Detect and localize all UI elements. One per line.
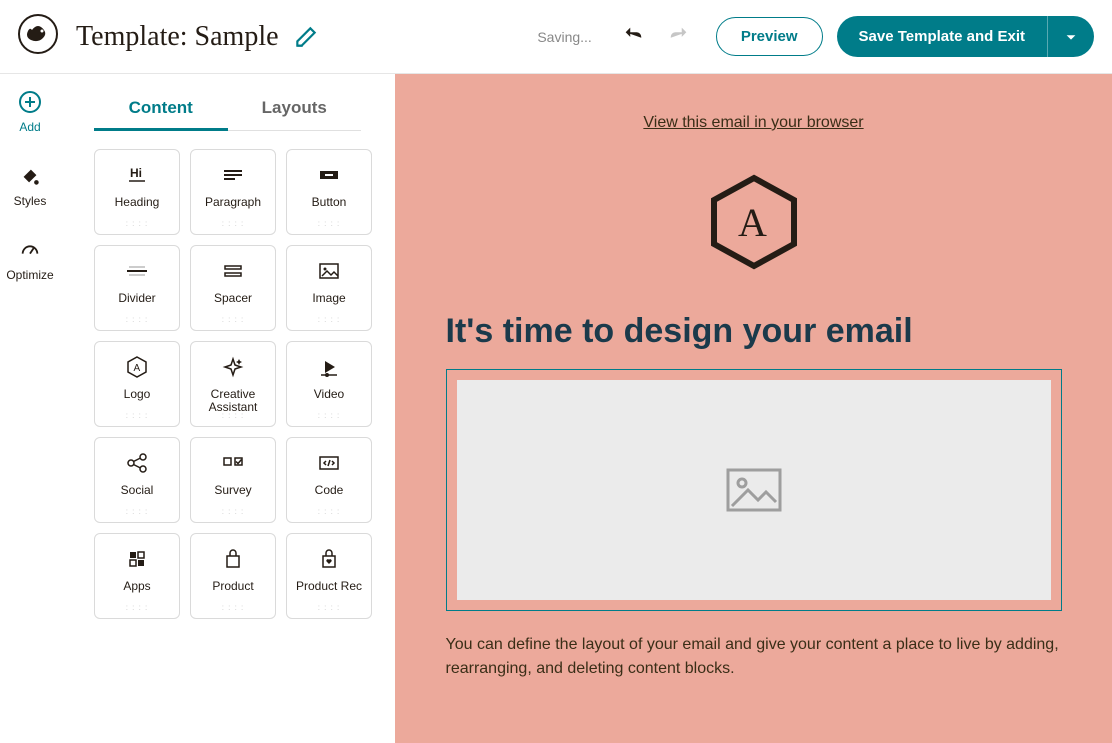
- block-survey[interactable]: Survey : : : :: [190, 437, 276, 523]
- block-creative-assistant[interactable]: Creative Assistant : : : :: [190, 341, 276, 427]
- plus-circle-icon: [18, 90, 42, 114]
- block-divider[interactable]: Divider : : : :: [94, 245, 180, 331]
- block-heading[interactable]: Hi Heading : : : :: [94, 149, 180, 235]
- preview-button[interactable]: Preview: [716, 17, 823, 56]
- video-icon: [315, 352, 343, 382]
- block-spacer[interactable]: Spacer : : : :: [190, 245, 276, 331]
- block-product-label: Product: [212, 580, 253, 593]
- redo-button: [662, 18, 696, 55]
- block-social-label: Social: [121, 484, 154, 497]
- undo-button[interactable]: [616, 18, 650, 55]
- page-title: Template: Sample: [76, 21, 279, 53]
- undo-icon: [622, 24, 644, 46]
- image-placeholder-block[interactable]: [446, 369, 1062, 611]
- survey-icon: [219, 448, 247, 478]
- block-button-label: Button: [312, 196, 347, 209]
- block-image[interactable]: Image : : : :: [286, 245, 372, 331]
- tab-layouts[interactable]: Layouts: [228, 88, 362, 130]
- paragraph-icon: [219, 160, 247, 190]
- block-apps-label: Apps: [123, 580, 150, 593]
- pencil-icon: [293, 24, 319, 50]
- block-social[interactable]: Social : : : :: [94, 437, 180, 523]
- chevron-down-icon: [1064, 30, 1078, 44]
- block-product[interactable]: Product : : : :: [190, 533, 276, 619]
- block-button[interactable]: Button : : : :: [286, 149, 372, 235]
- image-icon: [315, 256, 343, 286]
- svg-text:A: A: [738, 200, 767, 245]
- block-video[interactable]: Video : : : :: [286, 341, 372, 427]
- spacer-icon: [219, 256, 247, 286]
- tab-content[interactable]: Content: [94, 88, 228, 131]
- canvas-headline[interactable]: It's time to design your email: [446, 312, 1062, 351]
- hexagon-a-icon: A: [704, 172, 804, 272]
- paint-icon: [18, 164, 42, 188]
- rail-optimize-label: Optimize: [6, 268, 53, 282]
- code-icon: [315, 448, 343, 478]
- tool-rail: Add Styles Optimize: [0, 74, 60, 743]
- header: Template: Sample Saving... Preview Save …: [0, 0, 1112, 74]
- block-heading-label: Heading: [115, 196, 160, 209]
- sparkle-icon: [219, 352, 247, 382]
- block-image-label: Image: [312, 292, 345, 305]
- apps-icon: [123, 544, 151, 574]
- save-button[interactable]: Save Template and Exit: [837, 16, 1047, 57]
- rail-styles[interactable]: Styles: [14, 164, 47, 208]
- block-paragraph-label: Paragraph: [205, 196, 261, 209]
- email-canvas[interactable]: View this email in your browser A It's t…: [395, 74, 1112, 743]
- divider-icon: [123, 256, 151, 286]
- block-productrec-label: Product Rec: [296, 580, 362, 593]
- svg-text:Hi: Hi: [130, 166, 142, 180]
- gauge-icon: [18, 238, 42, 262]
- svg-text:A: A: [134, 363, 141, 374]
- edit-title-button[interactable]: [293, 24, 319, 50]
- image-placeholder-icon: [726, 468, 782, 512]
- block-product-rec[interactable]: Product Rec : : : :: [286, 533, 372, 619]
- canvas-logo[interactable]: A: [424, 172, 1084, 272]
- rail-optimize[interactable]: Optimize: [6, 238, 53, 282]
- block-logo-label: Logo: [124, 388, 151, 401]
- heading-icon: Hi: [123, 160, 151, 190]
- block-apps[interactable]: Apps : : : :: [94, 533, 180, 619]
- sidebar-panel: Content Layouts Hi Heading : : : : Parag…: [60, 74, 395, 743]
- button-icon: [315, 160, 343, 190]
- saving-status: Saving...: [537, 29, 591, 45]
- view-in-browser-link[interactable]: View this email in your browser: [424, 114, 1084, 132]
- logo-hex-icon: A: [123, 352, 151, 382]
- mailchimp-logo: [18, 14, 58, 59]
- block-spacer-label: Spacer: [214, 292, 252, 305]
- block-survey-label: Survey: [214, 484, 251, 497]
- block-code-label: Code: [315, 484, 344, 497]
- block-logo[interactable]: A Logo : : : :: [94, 341, 180, 427]
- redo-icon: [668, 24, 690, 46]
- block-video-label: Video: [314, 388, 344, 401]
- save-dropdown-button[interactable]: [1047, 16, 1094, 57]
- bag-heart-icon: [315, 544, 343, 574]
- content-blocks-grid: Hi Heading : : : : Paragraph : : : : But…: [94, 149, 395, 619]
- rail-add[interactable]: Add: [18, 90, 42, 134]
- rail-add-label: Add: [19, 120, 40, 134]
- bag-icon: [219, 544, 247, 574]
- block-code[interactable]: Code : : : :: [286, 437, 372, 523]
- share-icon: [123, 448, 151, 478]
- rail-styles-label: Styles: [14, 194, 47, 208]
- block-divider-label: Divider: [118, 292, 155, 305]
- canvas-body-text[interactable]: You can define the layout of your email …: [446, 633, 1062, 681]
- block-paragraph[interactable]: Paragraph : : : :: [190, 149, 276, 235]
